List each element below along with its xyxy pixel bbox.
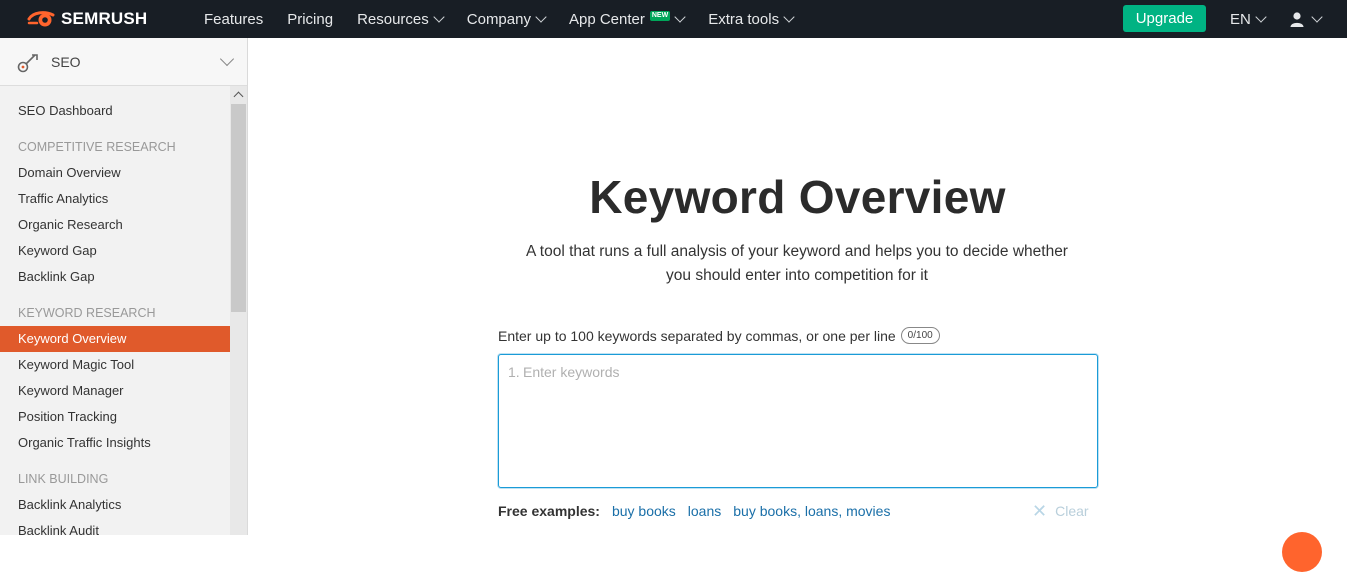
sidebar-section-link-building: LINK BUILDING: [18, 472, 109, 486]
keywords-placeholder: Enter keywords: [523, 364, 620, 380]
free-examples: Free examples: buy books loans buy books…: [498, 503, 902, 519]
sidebar-item-position-tracking[interactable]: Position Tracking: [0, 404, 230, 430]
sidebar-item-keyword-gap[interactable]: Keyword Gap: [0, 238, 230, 264]
user-menu[interactable]: [1290, 0, 1323, 38]
scrollbar-thumb[interactable]: [231, 104, 246, 312]
nav-extra-tools-label: Extra tools: [708, 10, 780, 28]
keyword-counter-badge: 0/100: [900, 327, 940, 344]
sidebar-item-keyword-manager[interactable]: Keyword Manager: [0, 378, 230, 404]
chat-widget-button[interactable]: [1282, 532, 1322, 572]
sidebar-item-keyword-overview[interactable]: Keyword Overview: [0, 326, 230, 352]
nav-features-label: Features: [204, 10, 264, 28]
sidebar-item-backlink-audit[interactable]: Backlink Audit: [0, 518, 230, 535]
user-icon: [1290, 11, 1304, 27]
nav-company-label: Company: [466, 10, 531, 28]
line-number: 1.: [508, 364, 520, 380]
close-icon: ✕: [1032, 501, 1048, 521]
nav-app-center[interactable]: App Center NEW: [568, 10, 686, 28]
nav-pricing-label: Pricing: [287, 10, 334, 28]
sidebar-item-keyword-magic-tool[interactable]: Keyword Magic Tool: [0, 352, 230, 378]
nav-company[interactable]: Company: [466, 10, 547, 28]
chevron-down-icon: [1255, 11, 1267, 23]
sidebar-section-competitive-research: COMPETITIVE RESEARCH: [18, 140, 176, 154]
clear-label: Clear: [1055, 503, 1089, 519]
chevron-down-icon: [219, 51, 235, 67]
new-badge: NEW: [649, 11, 671, 21]
example-link-loans[interactable]: loans: [688, 503, 721, 519]
main-nav: Features Pricing Resources Company App C…: [204, 0, 817, 38]
sidebar: SEO SEO Dashboard COMPETITIVE RESEARCH D…: [0, 38, 248, 535]
nav-features[interactable]: Features: [204, 11, 263, 28]
example-link-buy-books-loans-movies[interactable]: buy books, loans, movies: [733, 503, 890, 519]
sidebar-item-seo-dashboard[interactable]: SEO Dashboard: [0, 98, 230, 124]
sidebar-scrollbar[interactable]: [230, 86, 247, 535]
nav-resources-label: Resources: [357, 10, 429, 28]
sidebar-menu: SEO Dashboard COMPETITIVE RESEARCH Domai…: [0, 98, 230, 535]
sidebar-item-organic-research[interactable]: Organic Research: [0, 212, 230, 238]
nav-resources[interactable]: Resources: [357, 10, 445, 28]
chevron-down-icon: [674, 11, 686, 23]
page-subtitle: A tool that runs a full analysis of your…: [526, 243, 1068, 284]
keywords-input-label: Enter up to 100 keywords separated by co…: [498, 327, 940, 344]
nav-app-center-label: App Center: [568, 10, 645, 28]
chevron-down-icon: [1311, 11, 1323, 23]
free-examples-label: Free examples:: [498, 503, 600, 519]
semrush-logo[interactable]: SEMRUSH: [27, 8, 147, 30]
seo-toolkit-icon: [17, 54, 38, 73]
sidebar-item-backlink-analytics[interactable]: Backlink Analytics: [0, 492, 230, 518]
sidebar-item-domain-overview[interactable]: Domain Overview: [0, 160, 230, 186]
sidebar-item-organic-traffic-insights[interactable]: Organic Traffic Insights: [0, 430, 230, 456]
clear-button[interactable]: ✕ Clear: [1032, 501, 1089, 521]
upgrade-button[interactable]: Upgrade: [1123, 5, 1206, 32]
top-navigation-bar: SEMRUSH Features Pricing Resources Compa…: [0, 0, 1347, 38]
example-link-buy-books[interactable]: buy books: [612, 503, 676, 519]
brand-name: SEMRUSH: [61, 9, 148, 28]
keywords-textarea[interactable]: 1. Enter keywords: [498, 354, 1098, 488]
sidebar-section-keyword-research: KEYWORD RESEARCH: [18, 306, 156, 320]
seo-toolkit-label: SEO: [51, 54, 81, 70]
scroll-up-button[interactable]: [230, 86, 247, 103]
main-content: Keyword Overview A tool that runs a full…: [248, 38, 1347, 572]
nav-pricing[interactable]: Pricing: [287, 11, 333, 28]
sidebar-item-backlink-gap[interactable]: Backlink Gap: [0, 264, 230, 290]
chevron-down-icon: [783, 11, 795, 23]
sidebar-item-traffic-analytics[interactable]: Traffic Analytics: [0, 186, 230, 212]
semrush-logo-icon: [27, 11, 55, 27]
keywords-input-instructions: Enter up to 100 keywords separated by co…: [498, 327, 896, 344]
language-selector[interactable]: EN: [1230, 0, 1267, 38]
seo-toolkit-selector[interactable]: SEO: [0, 38, 247, 86]
language-label: EN: [1230, 10, 1251, 28]
page-title: Keyword Overview: [589, 171, 1006, 223]
chevron-up-icon: [233, 91, 244, 102]
nav-extra-tools[interactable]: Extra tools: [708, 10, 795, 28]
chevron-down-icon: [535, 11, 547, 23]
chevron-down-icon: [433, 11, 445, 23]
